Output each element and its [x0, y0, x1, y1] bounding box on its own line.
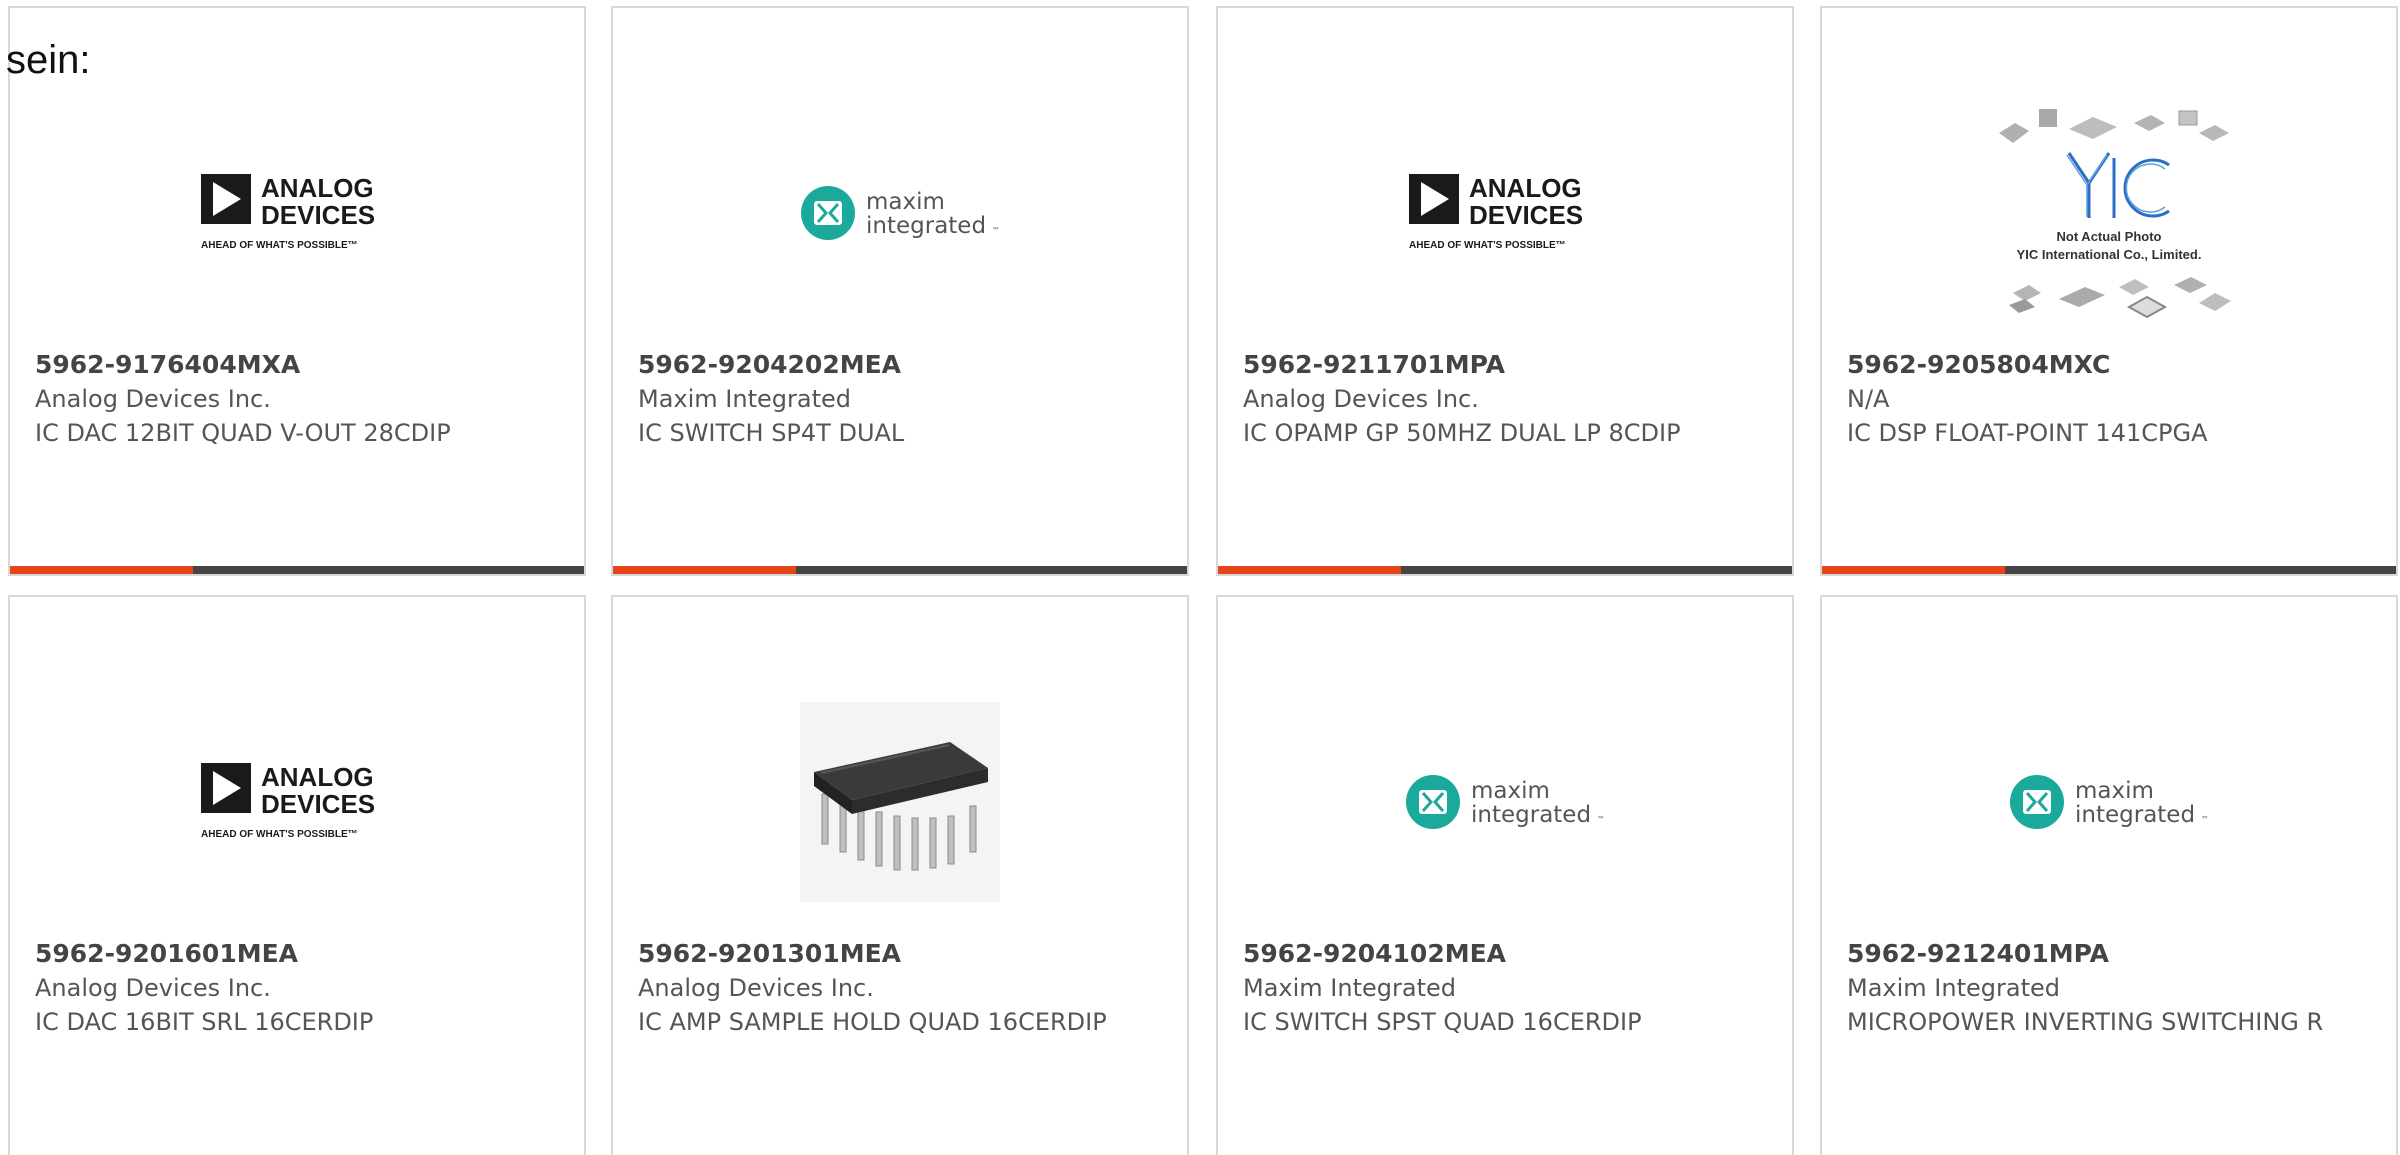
svg-text:AHEAD OF WHAT'S POSSIBLE™: AHEAD OF WHAT'S POSSIBLE™: [201, 240, 358, 251]
product-info: 5962-9201601MEA Analog Devices Inc. IC D…: [35, 937, 564, 1039]
manufacturer: Analog Devices Inc.: [35, 974, 271, 1002]
svg-text:ANALOG: ANALOG: [1469, 173, 1582, 203]
dip-chip-photo: [800, 702, 1000, 902]
svg-text:integrated: integrated: [1471, 802, 1591, 828]
card-bottom-bar: [1822, 566, 2396, 574]
product-info: 5962-9211701MPA Analog Devices Inc. IC O…: [1243, 348, 1772, 450]
description: IC DAC 16BIT SRL 16CERDIP: [35, 1008, 374, 1036]
product-info: 5962-9204102MEA Maxim Integrated IC SWIT…: [1243, 937, 1772, 1039]
product-image[interactable]: [613, 672, 1187, 932]
manufacturer: Maxim Integrated: [1243, 974, 1456, 1002]
description: IC SWITCH SP4T DUAL: [638, 419, 905, 447]
svg-text:DEVICES: DEVICES: [1469, 200, 1583, 230]
analog-devices-logo: ANALOG DEVICES AHEAD OF WHAT'S POSSIBLE™: [201, 173, 375, 251]
maxim-integrated-logo: maxim integrated ™: [801, 186, 1000, 240]
svg-text:maxim: maxim: [2075, 778, 2154, 804]
maxim-integrated-logo: maxim integrated ™: [1406, 775, 1605, 829]
product-image[interactable]: maxim integrated ™: [1822, 672, 2396, 932]
manufacturer: Analog Devices Inc.: [638, 974, 874, 1002]
part-number[interactable]: 5962-9205804MXC: [1847, 348, 2376, 382]
analog-devices-logo: ANALOG DEVICES AHEAD OF WHAT'S POSSIBLE™: [1409, 173, 1583, 251]
svg-text:ANALOG: ANALOG: [261, 762, 374, 792]
description: IC DAC 12BIT QUAD V-OUT 28CDIP: [35, 419, 451, 447]
part-number[interactable]: 5962-9204202MEA: [638, 348, 1167, 382]
product-image[interactable]: ANALOG DEVICES AHEAD OF WHAT'S POSSIBLE™: [10, 672, 584, 932]
card-accent: [1218, 566, 1401, 574]
card-accent: [613, 566, 796, 574]
part-number[interactable]: 5962-9204102MEA: [1243, 937, 1772, 971]
description: IC OPAMP GP 50MHZ DUAL LP 8CDIP: [1243, 419, 1681, 447]
svg-text:™: ™: [2201, 815, 2209, 824]
product-card[interactable]: maxim integrated ™ 5962-9204102MEA Maxim…: [1216, 595, 1794, 1155]
description: MICROPOWER INVERTING SWITCHING R: [1847, 1008, 2324, 1036]
svg-text:™: ™: [992, 226, 1000, 235]
product-image[interactable]: maxim integrated ™: [1218, 672, 1792, 932]
product-info: 5962-9201301MEA Analog Devices Inc. IC A…: [638, 937, 1167, 1039]
description: IC SWITCH SPST QUAD 16CERDIP: [1243, 1008, 1642, 1036]
card-accent: [10, 566, 193, 574]
product-grid-page: sein: ANALOG DEVICES AHEAD OF WHAT'S POS…: [0, 0, 2400, 1155]
product-card[interactable]: ANALOG DEVICES AHEAD OF WHAT'S POSSIBLE™…: [8, 595, 586, 1155]
svg-text:AHEAD OF WHAT'S POSSIBLE™: AHEAD OF WHAT'S POSSIBLE™: [1409, 240, 1566, 251]
svg-text:™: ™: [1597, 815, 1605, 824]
product-image[interactable]: maxim integrated ™: [613, 83, 1187, 343]
product-card[interactable]: ANALOG DEVICES AHEAD OF WHAT'S POSSIBLE™…: [1216, 6, 1794, 576]
card-bottom-bar: [613, 566, 1187, 574]
part-number[interactable]: 5962-9201601MEA: [35, 937, 564, 971]
description: IC AMP SAMPLE HOLD QUAD 16CERDIP: [638, 1008, 1107, 1036]
part-number[interactable]: 5962-9212401MPA: [1847, 937, 2376, 971]
card-bottom-bar: [10, 566, 584, 574]
card-accent: [1822, 566, 2005, 574]
manufacturer: Analog Devices Inc.: [1243, 385, 1479, 413]
product-card[interactable]: Not Actual Photo YIC International Co., …: [1820, 6, 2398, 576]
manufacturer: Maxim Integrated: [1847, 974, 2060, 1002]
svg-text:DEVICES: DEVICES: [261, 200, 375, 230]
svg-text:maxim: maxim: [866, 189, 945, 215]
product-card[interactable]: maxim integrated ™ 5962-9204202MEA Maxim…: [611, 6, 1189, 576]
product-image[interactable]: ANALOG DEVICES AHEAD OF WHAT'S POSSIBLE™: [1218, 83, 1792, 343]
svg-text:integrated: integrated: [866, 213, 986, 239]
analog-devices-logo: ANALOG DEVICES AHEAD OF WHAT'S POSSIBLE™: [201, 762, 375, 840]
yic-placeholder-image: Not Actual Photo YIC International Co., …: [1999, 109, 2231, 319]
svg-text:DEVICES: DEVICES: [261, 789, 375, 819]
part-number[interactable]: 5962-9201301MEA: [638, 937, 1167, 971]
product-info: 5962-9212401MPA Maxim Integrated MICROPO…: [1847, 937, 2376, 1039]
card-bottom-bar: [1218, 566, 1792, 574]
svg-text:integrated: integrated: [2075, 802, 2195, 828]
svg-text:AHEAD OF WHAT'S POSSIBLE™: AHEAD OF WHAT'S POSSIBLE™: [201, 829, 358, 840]
product-image[interactable]: ANALOG DEVICES AHEAD OF WHAT'S POSSIBLE™: [10, 83, 584, 343]
description: IC DSP FLOAT-POINT 141CPGA: [1847, 419, 2208, 447]
manufacturer: Maxim Integrated: [638, 385, 851, 413]
product-card[interactable]: maxim integrated ™ 5962-9212401MPA Maxim…: [1820, 595, 2398, 1155]
part-number[interactable]: 5962-9211701MPA: [1243, 348, 1772, 382]
product-image[interactable]: Not Actual Photo YIC International Co., …: [1822, 83, 2396, 343]
product-info: 5962-9204202MEA Maxim Integrated IC SWIT…: [638, 348, 1167, 450]
product-card[interactable]: 5962-9201301MEA Analog Devices Inc. IC A…: [611, 595, 1189, 1155]
svg-text:ANALOG: ANALOG: [261, 173, 374, 203]
svg-text:YIC International Co., Limited: YIC International Co., Limited.: [2017, 247, 2202, 262]
manufacturer: N/A: [1847, 385, 1890, 413]
manufacturer: Analog Devices Inc.: [35, 385, 271, 413]
product-card[interactable]: ANALOG DEVICES AHEAD OF WHAT'S POSSIBLE™…: [8, 6, 586, 576]
section-heading: sein:: [6, 38, 91, 82]
svg-text:Not Actual Photo: Not Actual Photo: [2057, 229, 2162, 244]
product-info: 5962-9205804MXC N/A IC DSP FLOAT-POINT 1…: [1847, 348, 2376, 450]
part-number[interactable]: 5962-9176404MXA: [35, 348, 564, 382]
svg-text:maxim: maxim: [1471, 778, 1550, 804]
maxim-integrated-logo: maxim integrated ™: [2010, 775, 2209, 829]
product-info: 5962-9176404MXA Analog Devices Inc. IC D…: [35, 348, 564, 450]
